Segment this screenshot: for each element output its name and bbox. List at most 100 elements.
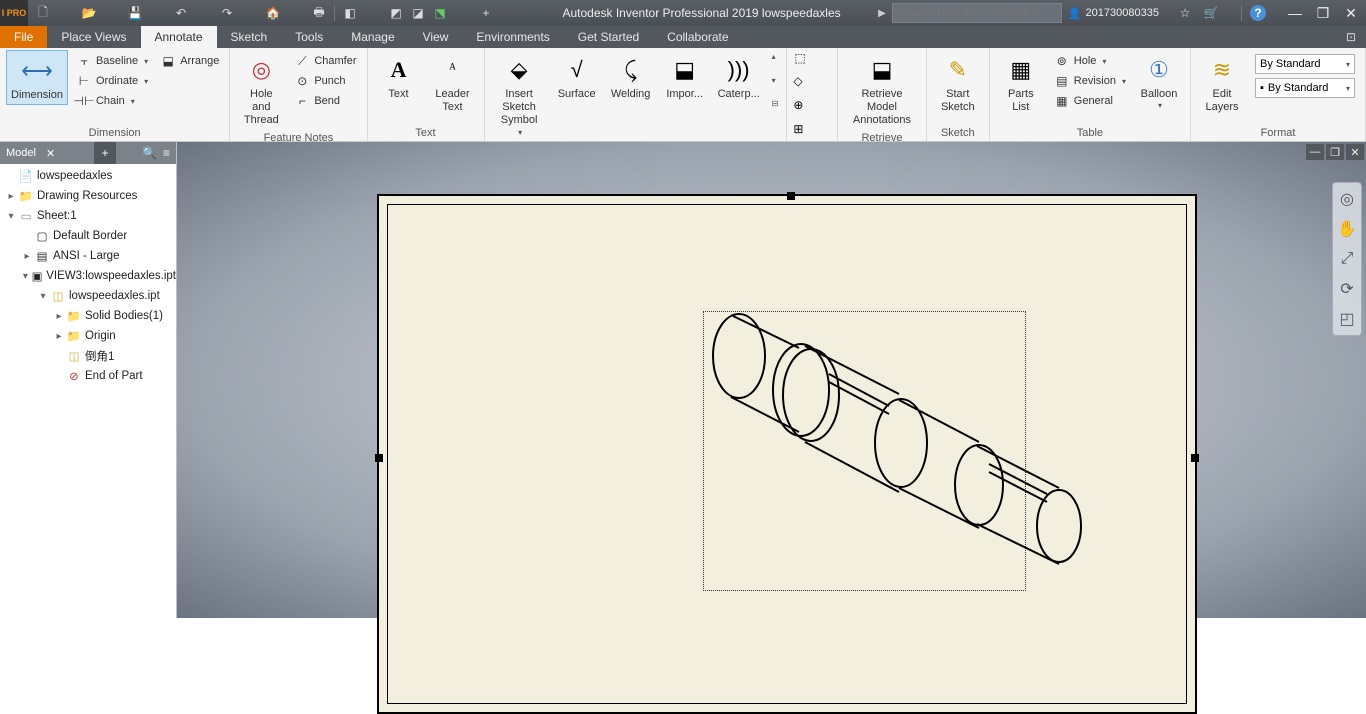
qat-home-icon[interactable]: 🏠 bbox=[264, 4, 282, 22]
tree-item[interactable]: ▾▭Sheet:1 bbox=[0, 206, 176, 226]
symbols-scroll-up[interactable]: ▴ bbox=[772, 52, 779, 61]
tab-tools[interactable]: Tools bbox=[281, 26, 337, 48]
tab-annotate[interactable]: Annotate bbox=[141, 26, 217, 48]
help-icon[interactable]: ? bbox=[1250, 5, 1266, 21]
user-badge[interactable]: 👤 201730080335 ▾ bbox=[1068, 7, 1169, 20]
search-input[interactable] bbox=[892, 3, 1062, 23]
tree-item[interactable]: ⊘End of Part bbox=[0, 366, 176, 386]
hole-thread-button[interactable]: ◎ Hole and Thread bbox=[236, 50, 286, 130]
tree-twisty-icon[interactable]: ▾ bbox=[20, 271, 31, 282]
canvas-restore-icon[interactable]: ❐ bbox=[1326, 144, 1344, 160]
tree-item[interactable]: ▸▤ANSI - Large bbox=[0, 246, 176, 266]
sk-icon-2[interactable]: ◇ bbox=[793, 74, 815, 96]
layer-combo[interactable]: ▪By Standard▾ bbox=[1255, 78, 1355, 98]
tree-twisty-icon[interactable]: ▸ bbox=[52, 311, 66, 322]
qat-plus-icon[interactable]: + bbox=[477, 4, 495, 22]
close-button[interactable]: ✕ bbox=[1340, 3, 1362, 23]
tab-place-views[interactable]: Place Views bbox=[47, 26, 140, 48]
qat-save-icon[interactable]: 💾 bbox=[126, 4, 144, 22]
qat-open-icon[interactable]: 📂 bbox=[80, 4, 98, 22]
qat-print-icon[interactable]: 🖶 bbox=[310, 4, 328, 22]
tree-item[interactable]: 📄lowspeedaxles bbox=[0, 166, 176, 186]
browser-menu-icon[interactable]: ≡ bbox=[163, 146, 170, 160]
qat-undo-icon[interactable]: ↶ bbox=[172, 4, 190, 22]
browser-add-tab[interactable]: + bbox=[94, 142, 116, 164]
qat-save-dd[interactable]: ▾ bbox=[150, 4, 168, 22]
edit-layers-button[interactable]: ≋ Edit Layers bbox=[1197, 50, 1247, 116]
file-tab[interactable]: File bbox=[0, 26, 47, 48]
tab-environments[interactable]: Environments bbox=[462, 26, 563, 48]
caterpillar-button[interactable]: )))Caterp... bbox=[714, 50, 764, 103]
tree-twisty-icon[interactable]: ▾ bbox=[4, 211, 18, 222]
qat-return-icon[interactable]: ⬔ bbox=[431, 4, 449, 22]
restore-button[interactable]: ❐ bbox=[1312, 3, 1334, 23]
tree-item[interactable]: ◫倒角1 bbox=[0, 346, 176, 366]
baseline-button[interactable]: ⫟Baseline▾ bbox=[72, 52, 152, 70]
ordinate-button[interactable]: ⊢Ordinate▾ bbox=[72, 72, 152, 90]
tree-item[interactable]: ▾◫lowspeedaxles.ipt bbox=[0, 286, 176, 306]
table-hole-button[interactable]: ⊚Hole▾ bbox=[1050, 52, 1130, 70]
tree-item[interactable]: ▢Default Border bbox=[0, 226, 176, 246]
leader-text-button[interactable]: ᴬ Leader Text bbox=[428, 50, 478, 116]
nav-pan-icon[interactable]: ✋ bbox=[1335, 217, 1359, 241]
qat-new-icon[interactable]: 🗋 bbox=[34, 4, 52, 22]
table-revision-button[interactable]: ▤Revision▾ bbox=[1050, 72, 1130, 90]
minimize-button[interactable]: — bbox=[1284, 3, 1306, 23]
sheet-handle-right[interactable] bbox=[1191, 454, 1199, 462]
tree-twisty-icon[interactable]: ▸ bbox=[20, 251, 34, 262]
tab-view[interactable]: View bbox=[409, 26, 463, 48]
cart-icon[interactable]: 🛒 bbox=[1201, 3, 1221, 23]
dimension-button[interactable]: ⟷ Dimension bbox=[6, 50, 68, 105]
canvas-close-icon[interactable]: ✕ bbox=[1346, 144, 1364, 160]
chamfer-button[interactable]: ⟋Chamfer bbox=[290, 52, 360, 70]
qat-tool1-icon[interactable]: ◧ bbox=[341, 4, 359, 22]
sk-icon-4[interactable]: ⊞ bbox=[793, 122, 815, 144]
tree-twisty-icon[interactable]: ▸ bbox=[52, 331, 66, 342]
import-button[interactable]: ⬓Impor... bbox=[660, 50, 710, 103]
tab-extra-icon[interactable]: ⊡ bbox=[1336, 26, 1366, 48]
browser-search-icon[interactable]: 🔍 bbox=[142, 146, 157, 160]
tree-item[interactable]: ▸📁Origin bbox=[0, 326, 176, 346]
parts-list-button[interactable]: ▦ Parts List bbox=[996, 50, 1046, 116]
qat-redo-dd[interactable]: ▾ bbox=[242, 4, 260, 22]
user-dd[interactable]: ▾ bbox=[1165, 9, 1169, 18]
tab-manage[interactable]: Manage bbox=[337, 26, 408, 48]
qat-open-dd[interactable]: ▾ bbox=[104, 4, 122, 22]
qat-new-dd[interactable]: ▾ bbox=[58, 4, 76, 22]
play-icon[interactable]: ▶ bbox=[878, 8, 886, 19]
nav-steering-wheel-icon[interactable]: ◎ bbox=[1335, 187, 1359, 211]
qat-undo-dd[interactable]: ▾ bbox=[196, 4, 214, 22]
favorite-icon[interactable]: ☆ bbox=[1175, 3, 1195, 23]
chain-button[interactable]: ⊣⊢Chain▾ bbox=[72, 92, 152, 110]
punch-button[interactable]: ⊙Punch bbox=[290, 72, 360, 90]
nav-zoom-icon[interactable]: ⤢ bbox=[1335, 247, 1359, 271]
sk-icon-1[interactable]: ⬚ bbox=[793, 50, 815, 72]
welding-button[interactable]: ⤹Welding bbox=[606, 50, 656, 103]
qat-tool1-dd[interactable]: ▾ bbox=[365, 4, 383, 22]
tree-item[interactable]: ▸📁Solid Bodies(1) bbox=[0, 306, 176, 326]
arrange-button[interactable]: ⬓Arrange bbox=[156, 52, 223, 70]
qat-home-dd[interactable]: ▾ bbox=[288, 4, 306, 22]
insert-sketch-symbol-button[interactable]: ⬙ Insert Sketch Symbol ▾ bbox=[491, 50, 548, 139]
tree-item[interactable]: ▸📁Drawing Resources bbox=[0, 186, 176, 206]
qat-return-dd[interactable]: ▾ bbox=[455, 4, 473, 22]
sheet-handle-top[interactable] bbox=[787, 192, 795, 200]
surface-button[interactable]: √Surface bbox=[552, 50, 602, 103]
symbols-scroll-down[interactable]: ▾ bbox=[772, 76, 779, 85]
drawing-canvas[interactable]: — ❐ ✕ bbox=[177, 142, 1366, 618]
symbols-more[interactable]: ⊟ bbox=[772, 99, 779, 108]
start-sketch-button[interactable]: ✎ Start Sketch bbox=[933, 50, 983, 116]
tree-twisty-icon[interactable]: ▾ bbox=[36, 291, 50, 302]
sheet-handle-left[interactable] bbox=[375, 454, 383, 462]
qat-plus-dd[interactable]: ▾ bbox=[501, 4, 519, 22]
canvas-minimize-icon[interactable]: — bbox=[1306, 144, 1324, 160]
bend-button[interactable]: ⌐Bend bbox=[290, 92, 360, 110]
qat-tool3-icon[interactable]: ◪ bbox=[409, 4, 427, 22]
qat-redo-icon[interactable]: ↷ bbox=[218, 4, 236, 22]
balloon-button[interactable]: ① Balloon ▾ bbox=[1134, 50, 1184, 112]
text-button[interactable]: A Text bbox=[374, 50, 424, 103]
cart-dd[interactable]: ▾ bbox=[1229, 9, 1233, 18]
sk-icon-3[interactable]: ⊕ bbox=[793, 98, 815, 120]
tab-sketch[interactable]: Sketch bbox=[217, 26, 282, 48]
tab-collaborate[interactable]: Collaborate bbox=[653, 26, 742, 48]
